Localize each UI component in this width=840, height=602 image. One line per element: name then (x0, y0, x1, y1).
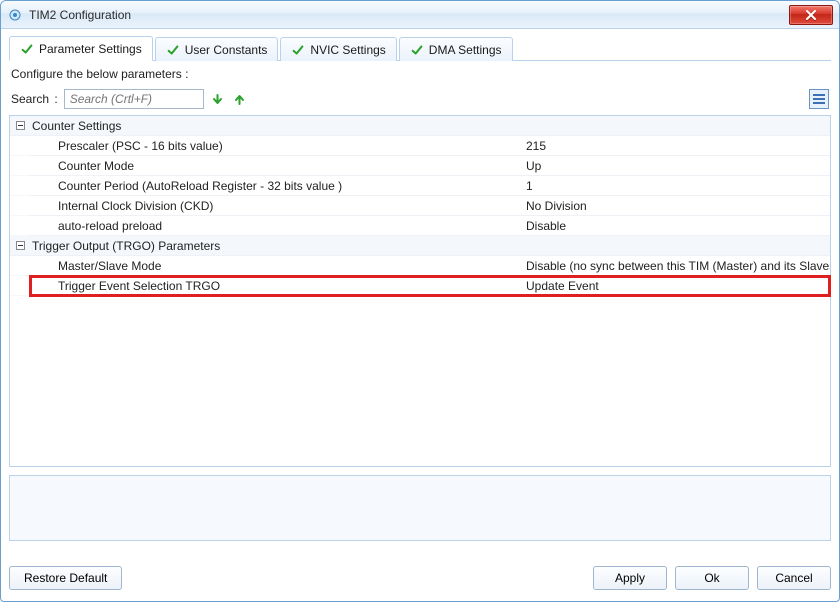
arrow-down-green-icon (211, 93, 224, 106)
tab-bar: Parameter Settings User Constants NVIC S… (9, 35, 831, 61)
restore-default-button[interactable]: Restore Default (9, 566, 122, 590)
group-label: Trigger Output (TRGO) Parameters (30, 236, 520, 255)
cancel-button[interactable]: Cancel (757, 566, 831, 590)
tab-label: NVIC Settings (310, 43, 385, 57)
apply-button[interactable]: Apply (593, 566, 667, 590)
search-prev-button[interactable] (232, 91, 248, 107)
tab-dma-settings[interactable]: DMA Settings (399, 37, 513, 61)
tab-label: User Constants (185, 43, 268, 57)
property-label: Prescaler (PSC - 16 bits value) (30, 136, 520, 155)
dialog-content: Parameter Settings User Constants NVIC S… (1, 29, 839, 601)
close-button[interactable] (789, 5, 833, 25)
property-row-highlighted[interactable]: Trigger Event Selection TRGO Update Even… (10, 276, 830, 296)
search-input[interactable] (64, 89, 204, 109)
check-icon (410, 43, 424, 57)
group-counter-settings[interactable]: Counter Settings (10, 116, 830, 136)
gear-icon (7, 7, 23, 23)
property-value[interactable]: Up (520, 156, 830, 175)
property-label: Counter Mode (30, 156, 520, 175)
property-value[interactable]: Disable (520, 216, 830, 235)
property-row[interactable]: Counter Period (AutoReload Register - 32… (10, 176, 830, 196)
instruction-text: Configure the below parameters : (9, 61, 831, 89)
description-panel (9, 475, 831, 541)
property-grid: Counter Settings Prescaler (PSC - 16 bit… (9, 115, 831, 467)
property-row[interactable]: auto-reload preload Disable (10, 216, 830, 236)
search-row: Search : (9, 89, 831, 115)
dialog-window: TIM2 Configuration Parameter Settings Us… (0, 0, 840, 602)
group-trgo-parameters[interactable]: Trigger Output (TRGO) Parameters (10, 236, 830, 256)
property-label: Counter Period (AutoReload Register - 32… (30, 176, 520, 195)
minus-box-icon[interactable] (10, 116, 30, 136)
tab-nvic-settings[interactable]: NVIC Settings (280, 37, 396, 61)
arrow-up-green-icon (233, 93, 246, 106)
close-icon (805, 10, 817, 20)
property-label: Internal Clock Division (CKD) (30, 196, 520, 215)
property-value[interactable]: 215 (520, 136, 830, 155)
property-value[interactable]: Disable (no sync between this TIM (Maste… (520, 256, 830, 275)
check-icon (20, 42, 34, 56)
tab-label: DMA Settings (429, 43, 502, 57)
property-label: Master/Slave Mode (30, 256, 520, 275)
property-row[interactable]: Counter Mode Up (10, 156, 830, 176)
tab-user-constants[interactable]: User Constants (155, 37, 279, 61)
search-label: Search : (11, 92, 58, 106)
property-value[interactable]: Update Event (520, 276, 830, 295)
property-label: Trigger Event Selection TRGO (30, 276, 520, 295)
check-icon (166, 43, 180, 57)
group-label: Counter Settings (30, 116, 520, 135)
property-value[interactable]: No Division (520, 196, 830, 215)
search-next-button[interactable] (210, 91, 226, 107)
title-bar: TIM2 Configuration (1, 1, 839, 29)
button-bar: Restore Default Apply Ok Cancel (9, 555, 831, 593)
ok-button[interactable]: Ok (675, 566, 749, 590)
list-view-button[interactable] (809, 89, 829, 109)
minus-box-icon[interactable] (10, 236, 30, 256)
tab-label: Parameter Settings (39, 42, 142, 56)
list-view-icon (812, 92, 826, 106)
window-title: TIM2 Configuration (29, 8, 783, 22)
check-icon (291, 43, 305, 57)
property-row[interactable]: Prescaler (PSC - 16 bits value) 215 (10, 136, 830, 156)
property-label: auto-reload preload (30, 216, 520, 235)
property-row[interactable]: Master/Slave Mode Disable (no sync betwe… (10, 256, 830, 276)
property-value[interactable]: 1 (520, 176, 830, 195)
property-row[interactable]: Internal Clock Division (CKD) No Divisio… (10, 196, 830, 216)
tab-parameter-settings[interactable]: Parameter Settings (9, 36, 153, 61)
